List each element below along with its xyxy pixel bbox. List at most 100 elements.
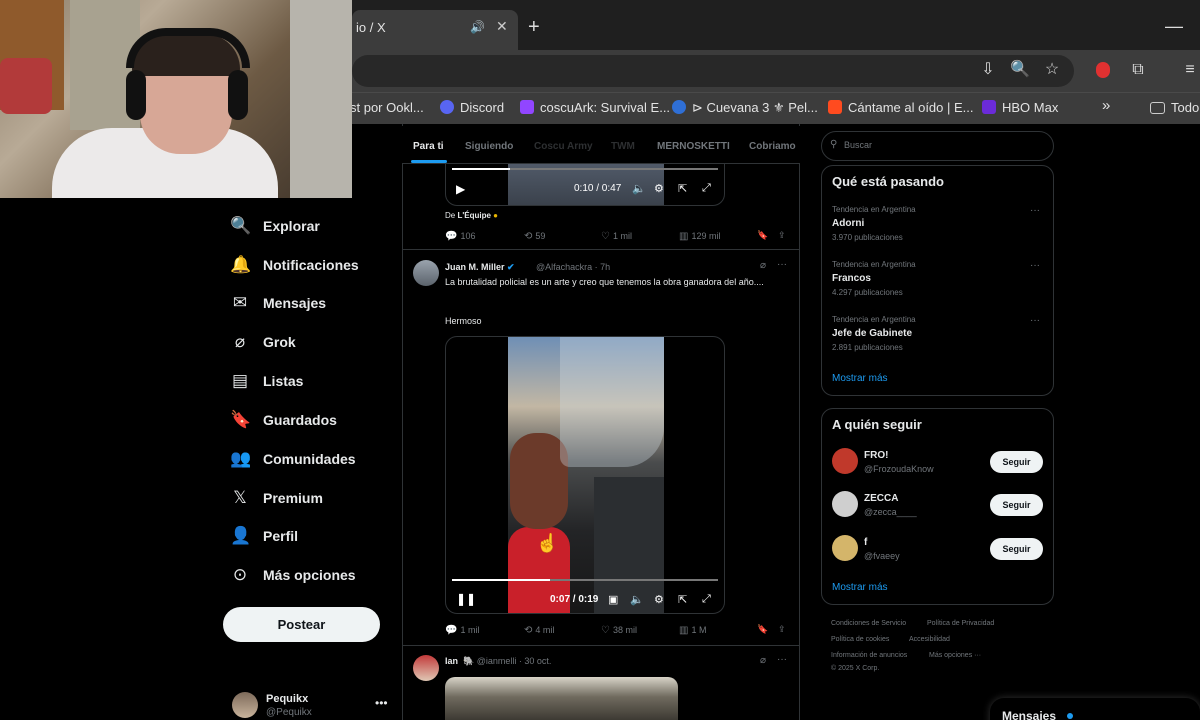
bookmark-icon[interactable]: 🔖: [757, 624, 768, 635]
follow-button[interactable]: Seguir: [990, 451, 1043, 473]
follow-button[interactable]: Seguir: [990, 538, 1043, 560]
bookmark-folder[interactable]: Todo: [1150, 100, 1199, 115]
trend-name[interactable]: Jefe de Gabinete: [832, 328, 912, 339]
speaker-icon[interactable]: 🔊: [470, 20, 485, 34]
bookmark-star-icon[interactable]: ☆: [1042, 60, 1062, 80]
follow-name[interactable]: FRO!: [864, 450, 888, 461]
nav-item-premium[interactable]: 𝕏 Premium: [230, 486, 323, 510]
nav-item-more[interactable]: ⊙ Más opciones: [230, 563, 356, 587]
post-image[interactable]: [445, 677, 678, 720]
install-app-icon[interactable]: ⇩: [978, 60, 998, 80]
avatar[interactable]: [232, 692, 258, 718]
new-tab-button[interactable]: +: [528, 16, 540, 39]
fullscreen-icon[interactable]: ⤢: [702, 182, 711, 195]
avatar[interactable]: [413, 260, 439, 286]
nav-item-profile[interactable]: 👤 Perfil: [230, 524, 298, 548]
trends-show-more-link[interactable]: Mostrar más: [832, 373, 888, 384]
views-action[interactable]: ▥ 129 mil: [679, 231, 720, 242]
reply-action[interactable]: 💬 1 mil: [445, 625, 479, 636]
trend-name[interactable]: Adorni: [832, 218, 864, 229]
follow-button[interactable]: Seguir: [990, 494, 1043, 516]
nav-item-messages[interactable]: ✉ Mensajes: [230, 291, 326, 315]
footer-link[interactable]: Condiciones de Servicio: [831, 620, 906, 627]
bookmark-item[interactable]: Discord: [440, 100, 504, 115]
bookmark-item[interactable]: st por Ookl...: [350, 100, 424, 115]
bookmark-icon[interactable]: 🔖: [757, 230, 768, 241]
avatar[interactable]: [832, 535, 858, 561]
post-button[interactable]: Postear: [223, 607, 380, 642]
captions-icon[interactable]: ▣: [608, 593, 618, 606]
tab-coscu-army[interactable]: Coscu Army: [534, 141, 593, 152]
like-action[interactable]: ♡ 38 mil: [601, 625, 637, 636]
messages-drawer-label[interactable]: Mensajes: [1002, 709, 1056, 720]
share-icon[interactable]: ⇪: [778, 230, 786, 241]
trend-more-icon[interactable]: ···: [1030, 260, 1040, 271]
fullscreen-icon[interactable]: ⤢: [702, 593, 711, 606]
avatar[interactable]: [413, 655, 439, 681]
nav-item-lists[interactable]: ▤ Listas: [230, 369, 304, 393]
grok-icon[interactable]: ⌀: [760, 260, 766, 271]
extensions-puzzle-icon[interactable]: ⧉: [1128, 60, 1148, 80]
trend-more-icon[interactable]: ···: [1030, 315, 1040, 326]
video-source[interactable]: De L'Équipe ●: [445, 211, 498, 220]
mouse-cursor: ☝: [536, 533, 559, 553]
follow-name[interactable]: f: [864, 537, 867, 548]
tab-twm[interactable]: TWM: [611, 141, 635, 152]
bookmark-item[interactable]: coscuArk: Survival E...: [520, 100, 670, 115]
post-more-icon[interactable]: ···: [777, 654, 787, 665]
views-action[interactable]: ▥ 1 M: [679, 625, 706, 636]
address-bar[interactable]: [352, 55, 1074, 87]
tab-cobriamo[interactable]: Cobriamo: [749, 141, 796, 152]
tab-close-icon[interactable]: ✕: [496, 18, 508, 35]
play-icon[interactable]: ▶: [456, 182, 465, 196]
bookmark-item[interactable]: Cántame al oído | E...: [828, 100, 974, 115]
footer-link[interactable]: Política de cookies: [831, 636, 889, 643]
avatar[interactable]: [832, 448, 858, 474]
reading-list-icon[interactable]: ≡: [1180, 60, 1200, 80]
nav-item-grok[interactable]: ⌀ Grok: [230, 330, 296, 354]
post-author[interactable]: Ian: [445, 656, 458, 666]
nav-item-bookmarks[interactable]: 🔖 Guardados: [230, 408, 337, 432]
footer-link[interactable]: Política de Privacidad: [927, 620, 994, 627]
bookmark-item[interactable]: ⊳ Cuevana 3 ⚜ Pel...: [672, 100, 818, 116]
nav-item-notifications[interactable]: 🔔 Notificaciones: [230, 253, 359, 277]
nav-item-explore[interactable]: 🔍 Explorar: [230, 214, 320, 238]
tab-siguiendo[interactable]: Siguiendo: [465, 141, 513, 152]
follow-name[interactable]: ZECCA: [864, 493, 898, 504]
share-icon[interactable]: ⇪: [778, 624, 786, 635]
account-more-icon[interactable]: •••: [375, 696, 388, 710]
settings-icon[interactable]: ⚙: [654, 182, 664, 195]
extension-icon[interactable]: [1096, 62, 1110, 78]
settings-icon[interactable]: ⚙: [654, 593, 664, 606]
post-author[interactable]: Juan M. Miller ✔: [445, 262, 515, 273]
tab-para-ti[interactable]: Para ti: [413, 141, 444, 152]
volume-icon[interactable]: 🔈: [630, 593, 644, 606]
pause-icon[interactable]: ❚❚: [456, 592, 476, 606]
trend-name[interactable]: Francos: [832, 273, 871, 284]
trend-count: 4.297 publicaciones: [832, 288, 903, 297]
avatar[interactable]: [832, 491, 858, 517]
pip-icon[interactable]: ⇱: [678, 593, 687, 606]
like-action[interactable]: ♡ 1 mil: [601, 231, 632, 242]
follow-show-more-link[interactable]: Mostrar más: [832, 582, 888, 593]
account-name[interactable]: Pequikx: [266, 693, 308, 705]
reply-action[interactable]: 💬 106: [445, 231, 475, 242]
volume-icon[interactable]: 🔈: [632, 182, 646, 195]
footer-link[interactable]: Más opciones ···: [929, 652, 981, 659]
footer-link[interactable]: Accesibilidad: [909, 636, 950, 643]
repost-action[interactable]: ⟲ 59: [524, 231, 545, 242]
pip-icon[interactable]: ⇱: [678, 182, 687, 195]
zoom-icon[interactable]: 🔍: [1010, 60, 1030, 80]
repost-action[interactable]: ⟲ 4 mil: [524, 625, 554, 636]
nav-item-communities[interactable]: 👥 Comunidades: [230, 447, 356, 471]
bookmarks-overflow-button[interactable]: »: [1102, 97, 1110, 114]
window-minimize-button[interactable]: —: [1165, 16, 1183, 37]
trend-more-icon[interactable]: ···: [1030, 205, 1040, 216]
twitch-icon: [520, 100, 534, 114]
tab-mernosketti[interactable]: MERNOSKETTI: [657, 141, 730, 152]
video-player[interactable]: ❚❚ 0:07 / 0:19 ▣ 🔈 ⚙ ⇱ ⤢: [445, 336, 725, 614]
grok-icon[interactable]: ⌀: [760, 655, 766, 666]
post-more-icon[interactable]: ···: [777, 259, 787, 270]
bookmark-item[interactable]: HBO Max: [982, 100, 1058, 115]
footer-link[interactable]: Información de anuncios: [831, 652, 907, 659]
